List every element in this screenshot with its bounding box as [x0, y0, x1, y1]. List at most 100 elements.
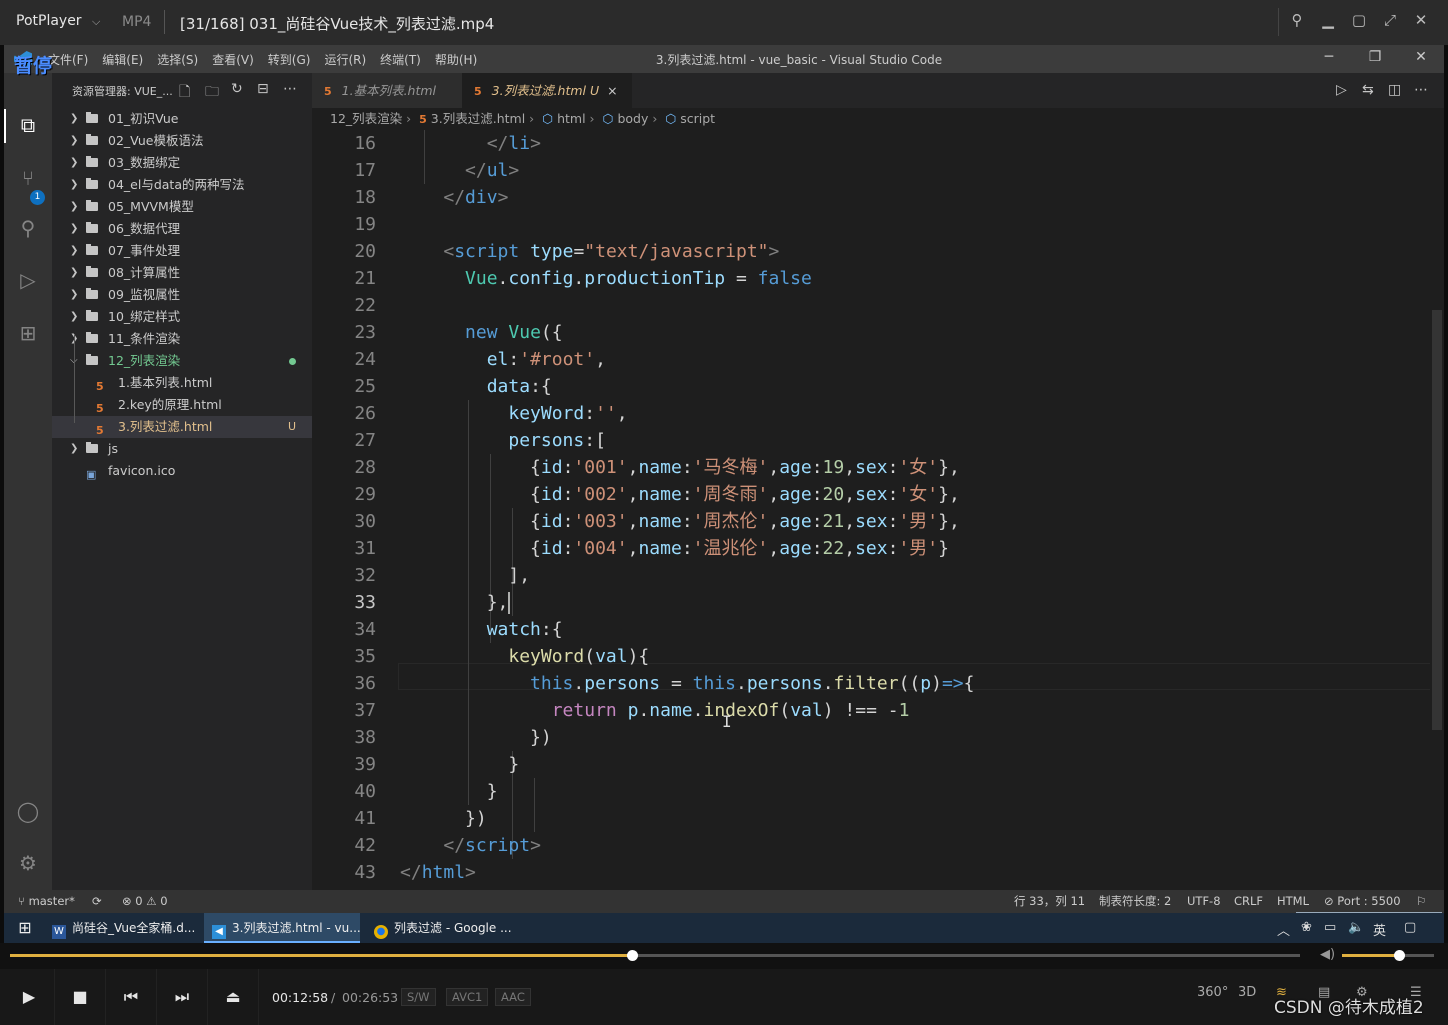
- taskbar-chrome[interactable]: ● 列表过滤 - Google ...: [368, 913, 520, 943]
- tree-folder[interactable]: ❯ 07_事件处理: [52, 240, 312, 262]
- tray-chevron-up-icon[interactable]: ︿: [1277, 920, 1290, 939]
- minimize-button[interactable]: ▁: [1317, 11, 1339, 29]
- refresh-icon[interactable]: ↻: [231, 81, 243, 97]
- vertical-scrollbar[interactable]: [1430, 130, 1444, 890]
- tree-folder[interactable]: ❯ 05_MVVM模型: [52, 196, 312, 218]
- scrollbar-thumb[interactable]: [1432, 310, 1442, 730]
- tree-label: 01_初识Vue: [108, 111, 179, 126]
- indent-guide: [534, 778, 535, 832]
- explorer-icon[interactable]: ⧉: [16, 113, 40, 137]
- tree-indent-guide: [74, 335, 75, 423]
- taskbar-word[interactable]: W 尚硅谷_Vue全家桶.d...: [48, 913, 200, 943]
- breadcrumb-item[interactable]: 3.列表过滤.html: [431, 111, 525, 126]
- 3d-button[interactable]: 3D: [1238, 985, 1256, 1000]
- run-icon[interactable]: ▷: [1336, 82, 1347, 98]
- tree-file-selected[interactable]: 5 3.列表过滤.html U: [52, 416, 312, 438]
- ime-toolbar[interactable]: Ⓤ 英 ☾ °, ⌨ ♟ ✎: [1296, 912, 1442, 913]
- eol[interactable]: CRLF: [1234, 890, 1263, 913]
- live-server-port[interactable]: ⊘ Port : 5500: [1324, 890, 1401, 913]
- tab-close-icon[interactable]: ×: [607, 83, 617, 98]
- chevron-down-icon[interactable]: ⌵: [92, 15, 100, 29]
- run-debug-icon[interactable]: ▷: [16, 268, 40, 292]
- code-editor[interactable]: 16 17 18 19 20 21 22 23 24 25 26 27 28 2…: [312, 130, 1444, 890]
- account-icon[interactable]: ◯: [16, 799, 40, 823]
- vscode-restore-button[interactable]: ❐: [1363, 49, 1387, 65]
- chip-sw[interactable]: S/W: [401, 988, 436, 1006]
- sync-icon[interactable]: ⟳: [92, 890, 102, 913]
- tree-file[interactable]: 5 1.基本列表.html: [52, 372, 312, 394]
- line-number: 32: [354, 565, 376, 586]
- tree-folder[interactable]: ❯ 08_计算属性: [52, 262, 312, 284]
- problems-status[interactable]: ⊗ 0 ⚠ 0: [122, 890, 168, 913]
- tree-folder[interactable]: ❯ 09_监视属性: [52, 284, 312, 306]
- previous-button[interactable]: ⏮: [106, 969, 157, 1025]
- more-actions-icon[interactable]: ⋯: [1414, 82, 1428, 98]
- tree-file[interactable]: 5 2.key的原理.html: [52, 394, 312, 416]
- tab-basic-list[interactable]: 5 1.基本列表.html: [312, 73, 462, 108]
- tree-folder[interactable]: ❯ 02_Vue模板语法: [52, 130, 312, 152]
- compare-icon[interactable]: ⇆: [1362, 82, 1374, 98]
- tree-folder[interactable]: ❯ js: [52, 438, 312, 460]
- volume-icon[interactable]: 🔈: [1348, 920, 1364, 935]
- cursor-position[interactable]: 行 33，列 11: [1014, 890, 1085, 913]
- stop-button[interactable]: ■: [55, 969, 106, 1025]
- tree-label: 07_事件处理: [108, 243, 181, 258]
- network-icon[interactable]: ▭: [1324, 920, 1336, 935]
- tree-folder[interactable]: ❯ 04_el与data的两种写法: [52, 174, 312, 196]
- search-icon[interactable]: ⚲: [16, 216, 40, 240]
- split-editor-icon[interactable]: ◫: [1388, 82, 1401, 98]
- chip-video-codec[interactable]: AVC1: [446, 988, 489, 1006]
- tree-folder[interactable]: ❯ 03_数据绑定: [52, 152, 312, 174]
- untracked-badge: U: [287, 420, 296, 433]
- extensions-icon[interactable]: ⊞: [16, 321, 40, 345]
- breadcrumb-item[interactable]: script: [680, 111, 715, 126]
- breadcrumb-item[interactable]: html: [557, 111, 585, 126]
- chip-audio-codec[interactable]: AAC: [495, 988, 531, 1006]
- volume-handle[interactable]: [1394, 950, 1405, 961]
- chevron-right-icon: ❯: [70, 267, 79, 278]
- line-number: 42: [354, 835, 376, 856]
- collapse-all-icon[interactable]: ⊟: [257, 81, 269, 97]
- speaker-icon[interactable]: ◀): [1320, 947, 1335, 962]
- fullscreen-button[interactable]: ⤢: [1379, 11, 1401, 29]
- code-line: keyWord:'',: [508, 403, 628, 424]
- new-folder-icon[interactable]: 🗀: [205, 81, 219, 105]
- close-button[interactable]: ✕: [1410, 11, 1432, 29]
- tree-folder[interactable]: ❯11_条件渲染: [52, 328, 312, 350]
- windows-start-icon[interactable]: ⊞: [10, 913, 40, 943]
- encoding[interactable]: UTF-8: [1187, 890, 1221, 913]
- tree-folder[interactable]: ❯ 10_绑定样式: [52, 306, 312, 328]
- branch-status[interactable]: ⑂ master*: [18, 890, 75, 913]
- code-line: {id:'004',name:'温兆伦',age:22,sex:'男'}: [400, 538, 949, 559]
- vr360-button[interactable]: 360°: [1197, 985, 1228, 1000]
- gear-icon[interactable]: ⚙: [16, 851, 40, 875]
- taskbar-vscode[interactable]: ◀ 3.列表过滤.html - vu...: [204, 913, 361, 943]
- breadcrumb-item[interactable]: 12_列表渲染: [330, 111, 402, 126]
- tree-folder-open[interactable]: ⌵12_列表渲染: [52, 350, 312, 372]
- more-actions-icon[interactable]: ⋯: [283, 81, 297, 97]
- tab-list-filter[interactable]: 5 3.列表过滤.html U ×: [462, 73, 632, 108]
- notifications-icon[interactable]: ⚐: [1416, 890, 1426, 913]
- html-file-icon: 5: [419, 113, 427, 126]
- tree-folder[interactable]: ❯ 01_初识Vue: [52, 108, 312, 130]
- player-brand[interactable]: PotPlayer: [16, 13, 82, 29]
- seek-bar[interactable]: ◀): [0, 943, 1448, 969]
- tab-size[interactable]: 制表符长度: 2: [1099, 890, 1171, 913]
- breadcrumb-item[interactable]: body: [617, 111, 648, 126]
- tree-file[interactable]: ▣ favicon.ico: [52, 460, 312, 482]
- new-file-icon[interactable]: 🗋: [179, 81, 190, 105]
- source-control-icon[interactable]: ⑂: [16, 166, 40, 190]
- tray-app-icon[interactable]: ❀: [1301, 920, 1312, 935]
- seek-handle[interactable]: [627, 950, 638, 961]
- tray-lang[interactable]: 英: [1373, 920, 1386, 939]
- vscode-close-button[interactable]: ✕: [1409, 49, 1433, 65]
- next-button[interactable]: ⏭: [157, 969, 208, 1025]
- language-mode[interactable]: HTML: [1277, 890, 1309, 913]
- pin-icon[interactable]: ⚲: [1286, 11, 1308, 29]
- tree-folder[interactable]: ❯ 06_数据代理: [52, 218, 312, 240]
- action-center-icon[interactable]: ▢: [1404, 920, 1416, 935]
- maximize-button[interactable]: ▢: [1348, 11, 1370, 29]
- eject-button[interactable]: ⏏: [208, 969, 259, 1025]
- play-button[interactable]: ▶: [4, 969, 55, 1025]
- vscode-minimize-button[interactable]: ─: [1317, 49, 1341, 65]
